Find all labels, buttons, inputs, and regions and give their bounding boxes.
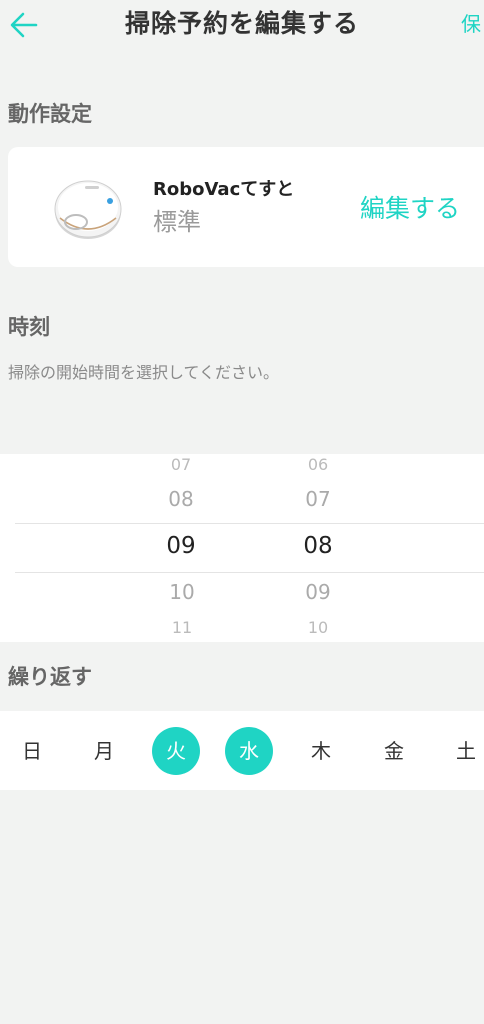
picker-divider-bottom [15,572,484,573]
page-title: 掃除予約を編集する [124,9,359,38]
minute-option[interactable]: 06 [278,455,358,474]
save-button[interactable]: 保 [461,10,481,38]
minute-option[interactable]: 07 [278,487,358,511]
day-wednesday[interactable]: 水 [225,727,273,775]
picker-divider-top [15,523,484,524]
cleaning-mode: 標準 [153,208,201,236]
time-description: 掃除の開始時間を選択してください。 [8,363,280,382]
hour-option[interactable]: 07 [141,455,221,474]
day-monday[interactable]: 月 [80,727,128,775]
minute-selected[interactable]: 08 [278,533,358,559]
day-sunday[interactable]: 日 [8,727,56,775]
robot-vacuum-image [52,174,124,242]
minute-option[interactable]: 10 [278,618,358,637]
day-tuesday[interactable]: 火 [152,727,200,775]
device-name: RoboVacてすと [153,179,295,200]
hour-selected[interactable]: 09 [141,533,221,559]
hour-option[interactable]: 10 [142,580,222,604]
action-settings-heading: 動作設定 [8,102,92,126]
time-picker[interactable]: 07 08 09 10 11 06 07 08 09 10 [0,454,484,642]
day-friday[interactable]: 金 [370,727,418,775]
edit-button[interactable]: 編集する [360,192,460,226]
hour-option[interactable]: 11 [142,618,222,637]
minute-option[interactable]: 09 [278,580,358,604]
day-thursday[interactable]: 木 [297,727,345,775]
time-heading: 時刻 [8,315,50,339]
hour-option[interactable]: 08 [141,487,221,511]
repeat-heading: 繰り返す [8,665,92,689]
day-saturday[interactable]: 土 [442,727,484,775]
